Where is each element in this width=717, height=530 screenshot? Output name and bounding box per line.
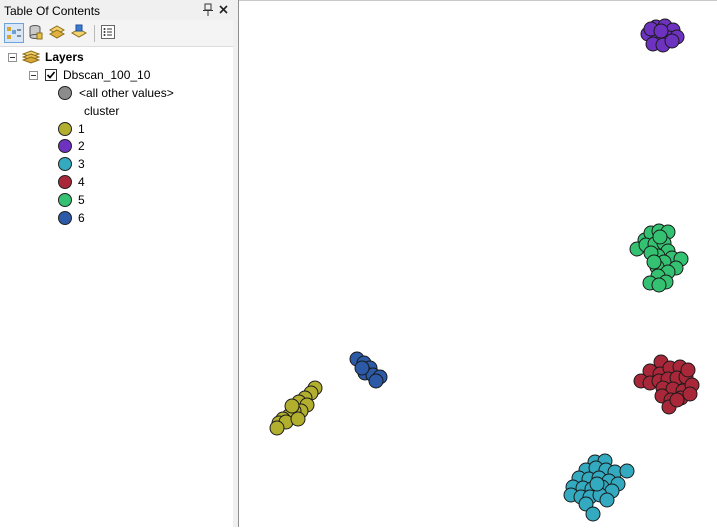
class-symbol-1[interactable] xyxy=(58,122,72,136)
toc-tree: Layers Dbscan_100_10 <all other values> … xyxy=(0,47,233,527)
class-label-5: 5 xyxy=(78,193,85,207)
map-view[interactable] xyxy=(239,0,717,527)
list-by-drawing-order-icon[interactable] xyxy=(4,23,24,43)
map-point-cluster-3[interactable] xyxy=(599,492,615,508)
map-point-cluster-4[interactable] xyxy=(669,392,685,408)
layer-collapse-toggle[interactable] xyxy=(29,71,38,80)
map-point-cluster-1[interactable] xyxy=(290,411,306,427)
map-point-cluster-4[interactable] xyxy=(680,362,696,378)
cluster-3-points xyxy=(563,453,635,522)
class-label-2: 2 xyxy=(78,139,85,153)
toc-toolbar xyxy=(0,20,233,47)
toc-title-bar: Table Of Contents xyxy=(0,0,233,20)
map-canvas[interactable] xyxy=(239,0,717,527)
all-other-values-label: <all other values> xyxy=(79,86,174,100)
cluster-1-points xyxy=(269,380,323,436)
map-top-border xyxy=(239,0,717,1)
map-point-cluster-1[interactable] xyxy=(269,420,285,436)
cluster-4-points xyxy=(633,354,700,415)
class-symbol-6[interactable] xyxy=(58,211,72,225)
map-point-cluster-6[interactable] xyxy=(354,360,370,376)
class-symbol-2[interactable] xyxy=(58,139,72,153)
cluster-2-points xyxy=(640,18,685,53)
class-label-1: 1 xyxy=(78,122,85,136)
cluster-5-points xyxy=(629,223,689,293)
list-by-visibility-icon[interactable] xyxy=(48,23,68,43)
toolbar-separator xyxy=(94,25,95,42)
map-point-cluster-5[interactable] xyxy=(651,277,667,293)
class-symbol-3[interactable] xyxy=(58,157,72,171)
table-of-contents-panel: Table Of Contents Layers Dbscan_100_10 <… xyxy=(0,0,233,527)
toc-title: Table Of Contents xyxy=(4,4,101,18)
all-other-values-symbol[interactable] xyxy=(58,86,72,100)
options-icon[interactable] xyxy=(99,23,119,43)
class-symbol-5[interactable] xyxy=(58,193,72,207)
map-point-cluster-3[interactable] xyxy=(619,463,635,479)
map-point-cluster-3[interactable] xyxy=(585,506,601,522)
class-label-6: 6 xyxy=(78,211,85,225)
list-by-selection-icon[interactable] xyxy=(70,23,90,43)
class-label-4: 4 xyxy=(78,175,85,189)
field-heading: cluster xyxy=(84,104,120,118)
layer-name[interactable]: Dbscan_100_10 xyxy=(63,68,150,82)
map-point-cluster-1[interactable] xyxy=(284,398,300,414)
map-point-cluster-5[interactable] xyxy=(652,229,668,245)
layer-visibility-checkbox[interactable] xyxy=(45,69,57,81)
map-point-cluster-5[interactable] xyxy=(646,254,662,270)
cluster-6-points xyxy=(349,351,388,389)
pin-icon[interactable] xyxy=(203,3,213,16)
layers-root-label[interactable]: Layers xyxy=(45,50,84,64)
class-label-3: 3 xyxy=(78,157,85,171)
list-by-source-icon[interactable] xyxy=(26,23,46,43)
layers-icon xyxy=(21,49,41,68)
map-point-cluster-2[interactable] xyxy=(653,23,669,39)
map-point-cluster-2[interactable] xyxy=(664,33,680,49)
map-point-cluster-4[interactable] xyxy=(682,386,698,402)
class-symbol-4[interactable] xyxy=(58,175,72,189)
close-icon[interactable] xyxy=(217,3,230,16)
layers-collapse-toggle[interactable] xyxy=(8,53,17,62)
map-point-cluster-3[interactable] xyxy=(589,476,605,492)
map-point-cluster-6[interactable] xyxy=(368,373,384,389)
